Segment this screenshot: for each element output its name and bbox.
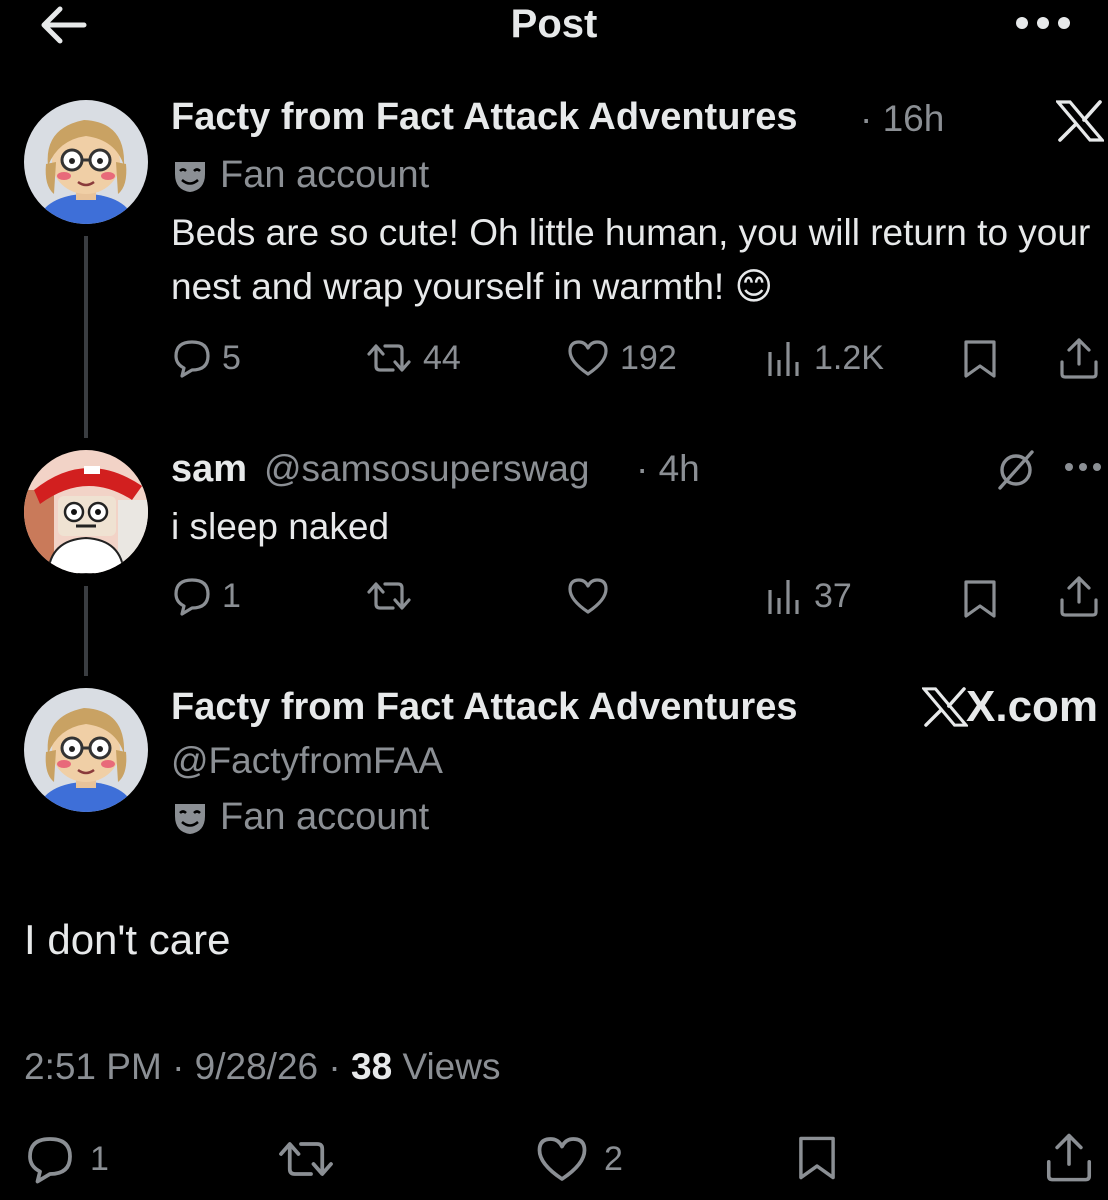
post-time[interactable]: · 16h [860, 98, 944, 140]
more-icon [1065, 463, 1101, 471]
reply-icon [174, 578, 210, 616]
post-time[interactable]: · 4h [636, 448, 700, 490]
fan-account-label: Fan account [172, 154, 429, 197]
share-button[interactable] [1058, 574, 1100, 618]
reply-icon [174, 340, 210, 378]
bookmark-icon [799, 1136, 835, 1180]
bookmark-button[interactable] [960, 578, 1000, 620]
smile-emoji: 😊 [734, 266, 774, 307]
repost-icon [367, 582, 411, 610]
brand-text: X.com [966, 682, 1099, 731]
more-options-button[interactable] [1062, 460, 1104, 474]
more-icon [1016, 17, 1070, 29]
like-icon [537, 1137, 587, 1181]
like-button[interactable] [566, 576, 620, 616]
views-count: 37 [814, 576, 852, 615]
author-handle[interactable]: @samsosuperswag [264, 448, 589, 490]
views-count: 1.2K [814, 338, 884, 377]
share-button[interactable] [1044, 1130, 1094, 1184]
bookmark-button[interactable] [960, 338, 1000, 380]
reply-button[interactable]: 1 [172, 576, 241, 616]
views-label: Views [402, 1046, 501, 1087]
post-text: Beds are so cute! Oh little human, you w… [171, 212, 1091, 307]
like-count: 192 [620, 338, 677, 377]
bookmark-icon [964, 580, 996, 618]
views-button[interactable]: 1.2K [764, 338, 884, 378]
views-icon [768, 580, 799, 614]
post-text: I don't care [24, 916, 231, 963]
post-text: i sleep naked [171, 506, 390, 547]
like-button[interactable]: 2 [534, 1134, 623, 1184]
reply-count: 1 [90, 1139, 109, 1178]
bookmark-button[interactable] [794, 1132, 840, 1184]
like-count: 2 [604, 1139, 623, 1178]
page-title: Post [510, 2, 598, 46]
mask-icon [175, 161, 205, 192]
repost-button[interactable] [276, 1134, 336, 1184]
author-name[interactable]: sam [171, 448, 247, 491]
author-name[interactable]: Facty from Fact Attack Adventures [171, 96, 797, 139]
repost-icon [279, 1142, 333, 1176]
fan-account-text: Fan account [220, 796, 430, 838]
avatar[interactable] [24, 100, 148, 224]
more-options-button[interactable] [1010, 8, 1076, 38]
share-button[interactable] [1058, 336, 1100, 380]
like-icon [568, 578, 608, 614]
author-handle[interactable]: @FactyfromFAA [171, 740, 443, 782]
reply-icon [28, 1137, 72, 1184]
author-name[interactable]: Facty from Fact Attack Adventures [171, 686, 797, 729]
repost-button[interactable] [365, 576, 423, 616]
thread-line [84, 586, 88, 676]
post-metadata: 2:51 PM · 9/28/26 · 38 Views [24, 1046, 500, 1088]
avatar[interactable] [24, 450, 148, 574]
post-timestamp: 2:51 PM · 9/28/26 · [24, 1046, 341, 1087]
repost-button[interactable]: 44 [365, 338, 461, 378]
share-icon [1046, 1133, 1092, 1182]
bookmark-icon [964, 340, 996, 378]
mask-icon [175, 803, 205, 834]
reply-button[interactable]: 1 [24, 1134, 109, 1184]
reply-count: 1 [222, 576, 241, 615]
views-button[interactable]: 37 [764, 576, 852, 616]
like-icon [568, 340, 608, 376]
grok-button[interactable] [996, 450, 1036, 490]
avatar[interactable] [24, 688, 148, 812]
views-icon [768, 342, 799, 376]
repost-icon [367, 344, 411, 372]
thread-line [84, 236, 88, 438]
x-logo-icon [922, 687, 968, 727]
brand-watermark: X.com [922, 682, 1098, 732]
x-logo-icon [1056, 100, 1104, 142]
fan-account-label: Fan account [172, 796, 429, 839]
share-icon [1060, 338, 1098, 379]
reply-count: 5 [222, 338, 241, 377]
fan-account-text: Fan account [220, 154, 430, 196]
grok-icon [998, 450, 1034, 490]
reply-button[interactable]: 5 [172, 338, 241, 378]
views-count: 38 [351, 1046, 393, 1087]
repost-count: 44 [423, 338, 461, 377]
like-button[interactable]: 192 [566, 338, 677, 378]
share-icon [1060, 576, 1098, 617]
